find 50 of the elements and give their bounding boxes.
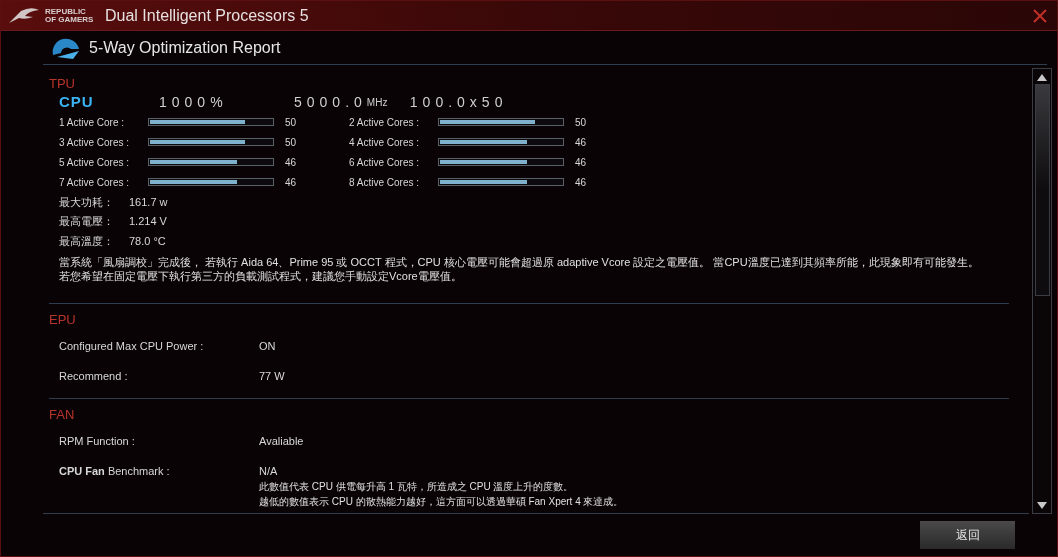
tpu-note: 當系統「風扇調校」完成後， 若執行 Aida 64、Prime 95 或 OCCT 程式，CPU 核心電壓可能會超過原 adaptive Vcore 設定之電壓值。 當CPU溫度已達到其頻率所能，此現象即有可能發生。若您希望在固定電壓下執行第三方的負載測試程式，建議您手動設定Vcore電壓值。 bbox=[58, 254, 979, 283]
core-label: 7 Active Cores : bbox=[59, 175, 131, 190]
setting-value: N/A bbox=[259, 464, 278, 480]
setting-label: Configured Max CPU Power : bbox=[59, 339, 205, 355]
core-ratio-value: 50 bbox=[575, 115, 588, 130]
scroll-down-icon[interactable] bbox=[1036, 501, 1048, 510]
core-label: 6 Active Cores : bbox=[349, 155, 421, 170]
setting-label: CPU Fan Benchmark : bbox=[59, 464, 171, 480]
window-title: Dual Intelligent Processors 5 bbox=[105, 5, 309, 26]
core-ratio-value: 46 bbox=[575, 175, 588, 190]
report-title: 5-Way Optimization Report bbox=[89, 37, 281, 58]
core-label: 8 Active Cores : bbox=[349, 175, 421, 190]
back-button[interactable]: 返回 bbox=[920, 521, 1015, 549]
core-label: 5 Active Cores : bbox=[59, 155, 131, 170]
scrollbar[interactable] bbox=[1032, 68, 1052, 514]
setting-value: Avaliable bbox=[259, 434, 304, 450]
core-ratio-value: 50 bbox=[285, 135, 298, 150]
metric-label: 最高電壓： bbox=[59, 214, 115, 229]
section-heading: FAN bbox=[49, 406, 76, 423]
cpu-ratio: 1000% bbox=[159, 92, 229, 112]
metric-label: 最高溫度： bbox=[59, 233, 115, 249]
frequency-unit: MHz bbox=[366, 95, 389, 110]
metric-value: 161.7 w bbox=[129, 194, 168, 210]
setting-label: Recommend : bbox=[59, 369, 129, 385]
fan-note: 越低的數值表示 CPU 的散熱能力越好，這方面可以透過華碩 Fan Xpert 4 來達成。 bbox=[259, 494, 625, 509]
metric-label: 最大功耗： bbox=[59, 194, 115, 210]
scroll-up-icon[interactable] bbox=[1036, 73, 1048, 82]
close-icon[interactable] bbox=[1033, 8, 1047, 23]
cpu-label: CPU bbox=[59, 91, 95, 112]
core-ratio-value: 46 bbox=[575, 155, 588, 170]
core-ratio-value: 50 bbox=[285, 115, 298, 130]
cpu-frequency: 5000.0 bbox=[294, 92, 367, 112]
metric-value: 1.214 V bbox=[129, 214, 167, 229]
section-heading: TPU bbox=[49, 76, 76, 92]
core-label: 3 Active Cores : bbox=[59, 135, 131, 150]
core-ratio-value: 46 bbox=[285, 155, 298, 170]
fan-note: 此數值代表 CPU 供電每升高 1 瓦特，所造成之 CPU 溫度上升的度數。 bbox=[259, 479, 575, 494]
scrollbar-thumb[interactable] bbox=[1034, 84, 1050, 296]
metric-value: 78.0 °C bbox=[129, 233, 166, 249]
core-ratio-value: 46 bbox=[285, 175, 298, 190]
logo-text: REPUBLIC OF GAMERS bbox=[45, 7, 95, 24]
core-label: 2 Active Cores : bbox=[349, 115, 421, 130]
core-ratio-value: 46 bbox=[575, 135, 588, 150]
setting-value: ON bbox=[259, 339, 276, 355]
core-label: 4 Active Cores : bbox=[349, 135, 421, 150]
setting-label: RPM Function : bbox=[59, 434, 136, 450]
setting-value: 77 W bbox=[259, 369, 285, 385]
cpu-multiplier: 100.0x50 bbox=[409, 92, 508, 112]
section-heading: EPU bbox=[49, 311, 77, 328]
core-label: 1 Active Core : bbox=[59, 115, 126, 130]
